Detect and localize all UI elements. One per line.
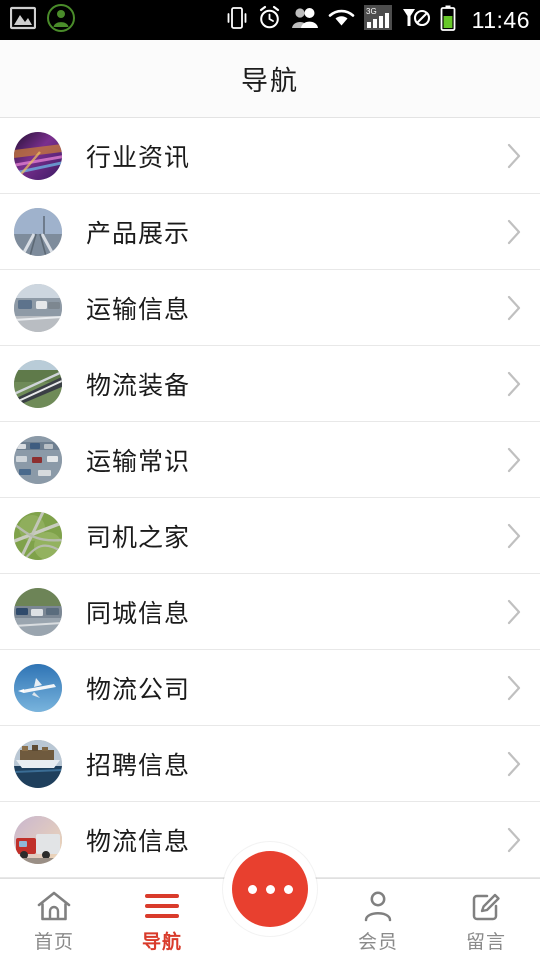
home-icon — [36, 889, 72, 923]
people-icon — [291, 6, 319, 35]
tab-home[interactable]: 首页 — [0, 879, 108, 960]
tab-home-label: 首页 — [33, 932, 74, 953]
thumbnail-cargo-ship-port — [14, 740, 62, 788]
tab-member-label: 会员 — [357, 932, 398, 953]
thumbnail-highway-trucks — [14, 284, 62, 332]
list-item[interactable]: 物流装备 — [0, 346, 540, 422]
tab-member[interactable]: 会员 — [324, 879, 432, 960]
chevron-right-icon — [507, 675, 521, 701]
thumbnail-city-night-traffic — [14, 132, 62, 180]
chevron-right-icon — [507, 371, 521, 397]
list-item-label: 运输信息 — [86, 296, 191, 324]
thumbnail-railway-track — [14, 208, 62, 256]
list-item[interactable]: 招聘信息 — [0, 726, 540, 802]
thumbnail-city-street-cars — [14, 588, 62, 636]
tab-navigation[interactable]: 导航 — [108, 879, 216, 960]
list-item[interactable]: 同城信息 — [0, 574, 540, 650]
list-item-label: 司机之家 — [86, 524, 191, 552]
status-bar: 3G 11:46 — [0, 0, 540, 40]
alarm-icon — [257, 5, 282, 35]
list-item-label: 物流装备 — [86, 372, 191, 400]
tab-navigation-label: 导航 — [141, 932, 182, 953]
chevron-right-icon — [507, 295, 521, 321]
more-fab[interactable] — [223, 842, 317, 936]
status-bar-clock: 11:46 — [471, 6, 530, 33]
list-item-label: 产品展示 — [86, 220, 191, 248]
chevron-right-icon — [507, 599, 521, 625]
list-item-label: 招聘信息 — [86, 752, 191, 780]
menu-hamburger-icon — [145, 889, 179, 923]
gallery-icon — [9, 6, 37, 35]
list-item-label: 行业资讯 — [86, 144, 191, 172]
chevron-right-icon — [507, 219, 521, 245]
chevron-right-icon — [507, 827, 521, 853]
wifi-icon — [328, 7, 355, 33]
status-bar-right-icons: 3G 11:46 — [226, 5, 530, 36]
ellipsis-icon[interactable] — [232, 851, 308, 927]
chevron-right-icon — [507, 751, 521, 777]
navigation-list[interactable]: 行业资讯 产品展示 运输信息 物流装备 运输常识 司机之家 同城信息 物流公司 … — [0, 118, 540, 878]
list-item-label: 运输常识 — [86, 448, 191, 476]
tab-message[interactable]: 留言 — [432, 879, 540, 960]
list-item-label: 物流公司 — [86, 676, 191, 704]
page-header: 导航 — [0, 40, 540, 118]
signal-3g-icon: 3G — [363, 5, 392, 35]
page-title: 导航 — [241, 66, 299, 96]
person-icon — [362, 889, 394, 923]
vibrate-icon — [226, 5, 248, 36]
list-item[interactable]: 产品展示 — [0, 194, 540, 270]
list-item[interactable]: 司机之家 — [0, 498, 540, 574]
chevron-right-icon — [507, 523, 521, 549]
list-item[interactable]: 物流公司 — [0, 650, 540, 726]
tab-message-label: 留言 — [465, 932, 506, 953]
edit-message-icon — [470, 889, 502, 923]
list-item[interactable]: 行业资讯 — [0, 118, 540, 194]
list-item[interactable]: 运输信息 — [0, 270, 540, 346]
list-item[interactable]: 运输常识 — [0, 422, 540, 498]
svg-text:3G: 3G — [366, 7, 377, 16]
battery-icon — [440, 5, 456, 36]
list-item-label: 同城信息 — [86, 600, 191, 628]
contact-account-icon — [46, 3, 76, 38]
thumbnail-traffic-jam — [14, 436, 62, 484]
app-root: 3G 11:46 导航 行业资讯 产品展示 运输信息 物流装备 运输常识 司机之… — [0, 0, 540, 960]
chevron-right-icon — [507, 143, 521, 169]
thumbnail-road-guardrail — [14, 360, 62, 408]
thumbnail-airplane-sky — [14, 664, 62, 712]
chevron-right-icon — [507, 447, 521, 473]
no-sim-signal-icon — [401, 6, 431, 35]
thumbnail-red-truck — [14, 816, 62, 864]
status-bar-left-icons — [9, 3, 76, 38]
thumbnail-aerial-interchange — [14, 512, 62, 560]
